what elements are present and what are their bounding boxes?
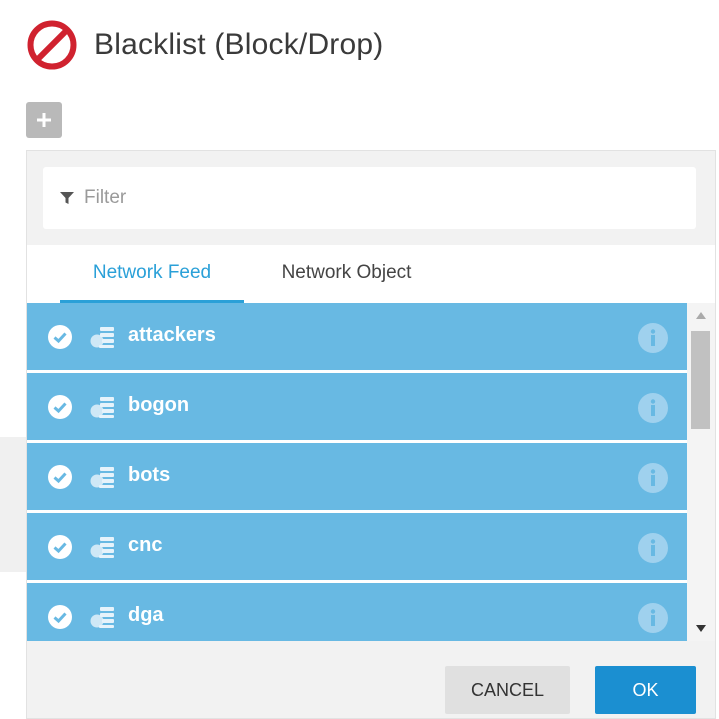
scrollbar-thumb[interactable] [691,331,710,429]
selection-popover: Network Feed Network Object attackers [26,150,716,719]
feed-list: attackers bogon bots cnc dga [27,303,687,641]
info-icon[interactable] [638,463,668,493]
info-icon[interactable] [638,533,668,563]
block-icon [27,20,77,70]
item-label: attackers [128,324,216,346]
cancel-button[interactable]: CANCEL [445,666,570,714]
list-item[interactable]: cnc [27,513,687,583]
info-icon[interactable] [638,393,668,423]
page-title: Blacklist (Block/Drop) [94,28,384,61]
filter-field[interactable] [43,167,696,229]
filter-input[interactable] [82,186,666,210]
filter-funnel-icon [60,192,74,204]
info-icon[interactable] [638,323,668,353]
page-header: Blacklist (Block/Drop) [26,19,383,71]
check-circle-icon[interactable] [48,465,72,489]
tab-network-feed[interactable]: Network Feed [60,245,244,303]
list-item[interactable]: bots [27,443,687,513]
list-item[interactable]: bogon [27,373,687,443]
check-circle-icon[interactable] [48,605,72,629]
check-circle-icon[interactable] [48,325,72,349]
tab-network-object[interactable]: Network Object [256,245,437,303]
background-panel [0,437,26,572]
scroll-up-arrow-icon[interactable] [696,311,706,319]
network-feed-icon [90,327,114,348]
list-item[interactable]: attackers [27,303,687,373]
item-label: dga [128,604,164,626]
item-label: bots [128,464,171,486]
ok-button[interactable]: OK [595,666,696,714]
network-feed-icon [90,397,114,418]
item-label: cnc [128,534,163,556]
check-circle-icon[interactable] [48,395,72,419]
plus-icon [37,113,51,127]
list-scrollbar[interactable] [687,303,715,641]
add-button[interactable] [26,102,62,138]
info-icon[interactable] [638,603,668,633]
tab-bar: Network Feed Network Object [27,245,715,303]
item-label: bogon [128,394,190,416]
check-circle-icon[interactable] [48,535,72,559]
network-feed-icon [90,537,114,558]
list-item[interactable]: dga [27,583,687,641]
network-feed-icon [90,607,114,628]
network-feed-icon [90,467,114,488]
scroll-down-arrow-icon[interactable] [696,625,706,633]
